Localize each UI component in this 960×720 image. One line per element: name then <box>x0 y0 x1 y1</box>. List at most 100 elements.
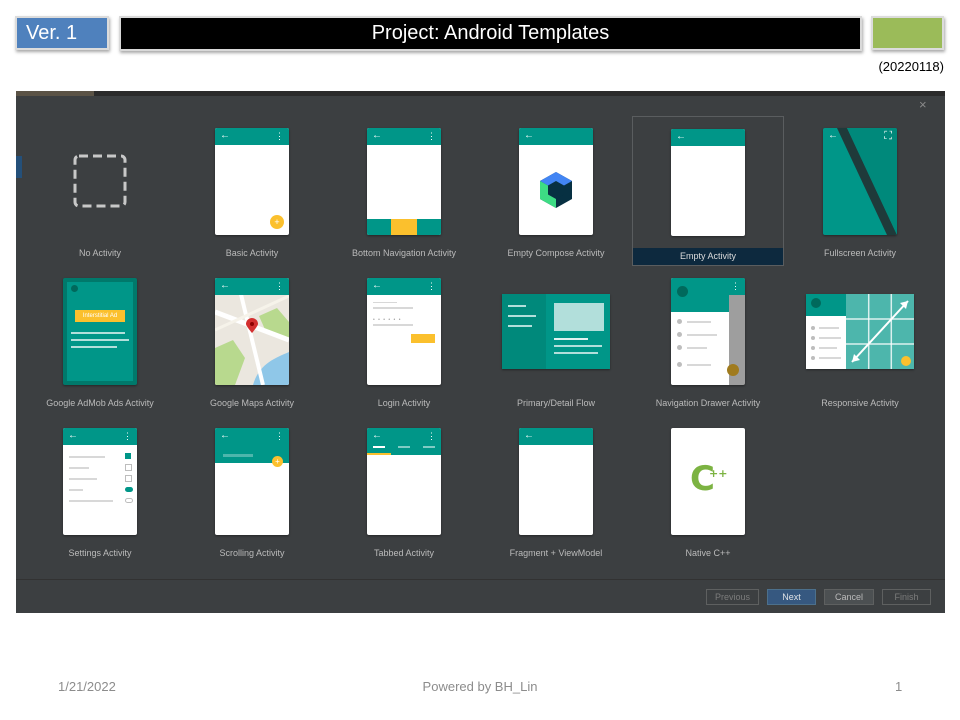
dialog-top-strip-accent <box>16 91 94 96</box>
scrolling-preview: ← ⋮ + <box>215 428 289 535</box>
overflow-menu-icon: ⋮ <box>275 131 284 141</box>
overflow-menu-icon: ⋮ <box>123 431 132 441</box>
template-navigation-drawer-activity[interactable]: ⋮ Navigation Drawer Activity <box>632 266 784 416</box>
checkbox-icon <box>125 464 132 471</box>
drawer-item-dot <box>677 345 682 350</box>
template-bottom-navigation-activity[interactable]: ← ⋮ Bottom Navigation Activity <box>328 116 480 266</box>
basic-activity-preview: ← ⋮ + <box>215 128 289 235</box>
template-fragment-viewmodel[interactable]: ← Fragment + ViewModel <box>480 416 632 566</box>
detail-image-box <box>554 303 604 331</box>
responsive-grid-art <box>846 294 914 369</box>
template-label: Scrolling Activity <box>219 548 285 558</box>
fullscreen-expand-icon: ⛶ <box>884 130 892 142</box>
dashed-square-icon <box>73 154 127 208</box>
overflow-menu-icon: ⋮ <box>427 131 436 141</box>
responsive-preview <box>806 294 914 369</box>
maps-preview: ← ⋮ <box>215 278 289 385</box>
new-project-dialog: × No Activity ← ⋮ + Basic Activity ← ⋮ Bot… <box>16 91 945 613</box>
back-arrow-icon: ← <box>220 280 230 291</box>
empty-compose-preview: ← <box>519 128 593 235</box>
nav-drawer-preview: ⋮ <box>671 278 745 385</box>
template-empty-compose-activity[interactable]: ← Empty Compose Activity <box>480 116 632 266</box>
finish-button[interactable]: Finish <box>882 589 931 605</box>
primary-detail-preview <box>502 294 610 369</box>
cancel-button[interactable]: Cancel <box>824 589 874 605</box>
overflow-menu-icon: ⋮ <box>427 431 436 441</box>
checkbox-checked-icon <box>125 453 131 459</box>
template-label: Navigation Drawer Activity <box>655 398 761 408</box>
template-label: Google AdMob Ads Activity <box>46 398 154 408</box>
previous-button[interactable]: Previous <box>706 589 759 605</box>
login-preview: ← ⋮ • • • • • • <box>367 278 441 385</box>
next-button[interactable]: Next <box>767 589 816 605</box>
toggle-on-icon <box>125 487 133 492</box>
template-fullscreen-activity[interactable]: ⛶ ← Fullscreen Activity <box>784 116 936 266</box>
template-tabbed-activity[interactable]: ← ⋮ Tabbed Activity <box>328 416 480 566</box>
login-button-shape <box>411 334 435 343</box>
template-label: Bottom Navigation Activity <box>351 248 457 258</box>
back-arrow-icon: ← <box>220 130 230 141</box>
no-activity-preview <box>73 154 127 208</box>
template-login-activity[interactable]: ← ⋮ • • • • • • Login Activity <box>328 266 480 416</box>
drawer-item-dot <box>677 319 682 324</box>
back-arrow-icon: ← <box>372 430 382 441</box>
close-icon[interactable]: × <box>919 97 927 112</box>
tab-indicator <box>367 453 391 455</box>
back-arrow-icon: ← <box>372 280 382 291</box>
page-number: 1 <box>895 679 903 694</box>
template-label: Google Maps Activity <box>209 398 295 408</box>
back-arrow-icon: ← <box>68 430 78 441</box>
footer-credit: Powered by BH_Lin <box>422 679 538 694</box>
template-scrolling-activity[interactable]: ← ⋮ + Scrolling Activity <box>176 416 328 566</box>
version-label: Ver. 1 <box>15 16 109 50</box>
overflow-menu-icon: ⋮ <box>275 281 284 291</box>
template-primary-detail-flow[interactable]: Primary/Detail Flow <box>480 266 632 416</box>
toggle-off-icon <box>125 498 133 503</box>
fab-icon: + <box>270 215 284 229</box>
template-settings-activity[interactable]: ← ⋮ Settings Activity <box>24 416 176 566</box>
template-label: Responsive Activity <box>821 398 899 408</box>
template-label: Fullscreen Activity <box>823 248 897 258</box>
template-responsive-activity[interactable]: Responsive Activity <box>784 266 936 416</box>
bottom-navigation-preview: ← ⋮ <box>367 128 441 235</box>
overflow-menu-icon: ⋮ <box>427 281 436 291</box>
overflow-menu-icon: ⋮ <box>275 431 284 441</box>
dialog-left-indicator <box>16 156 22 178</box>
cpp-logo-plus: ++ <box>709 467 728 480</box>
bottom-nav-selected-item <box>391 219 417 235</box>
tabbed-preview: ← ⋮ <box>367 428 441 535</box>
password-mask: • • • • • • <box>373 317 402 323</box>
template-empty-activity[interactable]: ← Empty Activity <box>632 116 784 266</box>
template-label: Empty Compose Activity <box>507 248 605 258</box>
back-arrow-icon: ← <box>676 131 686 142</box>
admob-preview: Interstitial Ad <box>63 278 137 385</box>
back-arrow-icon: ← <box>372 130 382 141</box>
back-arrow-icon: ← <box>220 430 230 441</box>
cpp-logo-icon: C ++ <box>690 460 730 500</box>
responsive-avatar <box>811 298 821 308</box>
back-arrow-icon: ← <box>524 430 534 441</box>
drawer-avatar <box>677 286 688 297</box>
template-label: Native C++ <box>685 548 731 558</box>
template-native-cpp[interactable]: C ++ Native C++ <box>632 416 784 566</box>
template-label: Primary/Detail Flow <box>516 398 595 408</box>
template-label: Settings Activity <box>68 548 132 558</box>
empty-activity-preview: ← <box>671 129 745 236</box>
fullscreen-preview: ⛶ ← <box>823 128 897 235</box>
settings-preview: ← ⋮ <box>63 428 137 535</box>
template-label: Tabbed Activity <box>373 548 435 558</box>
map-pin-icon <box>246 318 258 333</box>
jetpack-compose-icon <box>540 172 572 208</box>
green-marker-box <box>871 16 944 50</box>
fab-icon <box>727 364 739 376</box>
dialog-footer-separator <box>16 579 945 580</box>
template-label: Empty Activity <box>633 248 783 265</box>
template-google-maps-activity[interactable]: ← ⋮ Google Maps Activity <box>176 266 328 416</box>
template-label: No Activity <box>78 248 121 258</box>
template-label: Login Activity <box>377 398 431 408</box>
template-no-activity[interactable]: No Activity <box>24 116 176 266</box>
dialog-top-strip <box>16 91 945 96</box>
drawer-item-dot <box>677 332 682 337</box>
template-google-admob-ads-activity[interactable]: Interstitial Ad Google AdMob Ads Activit… <box>24 266 176 416</box>
template-basic-activity[interactable]: ← ⋮ + Basic Activity <box>176 116 328 266</box>
